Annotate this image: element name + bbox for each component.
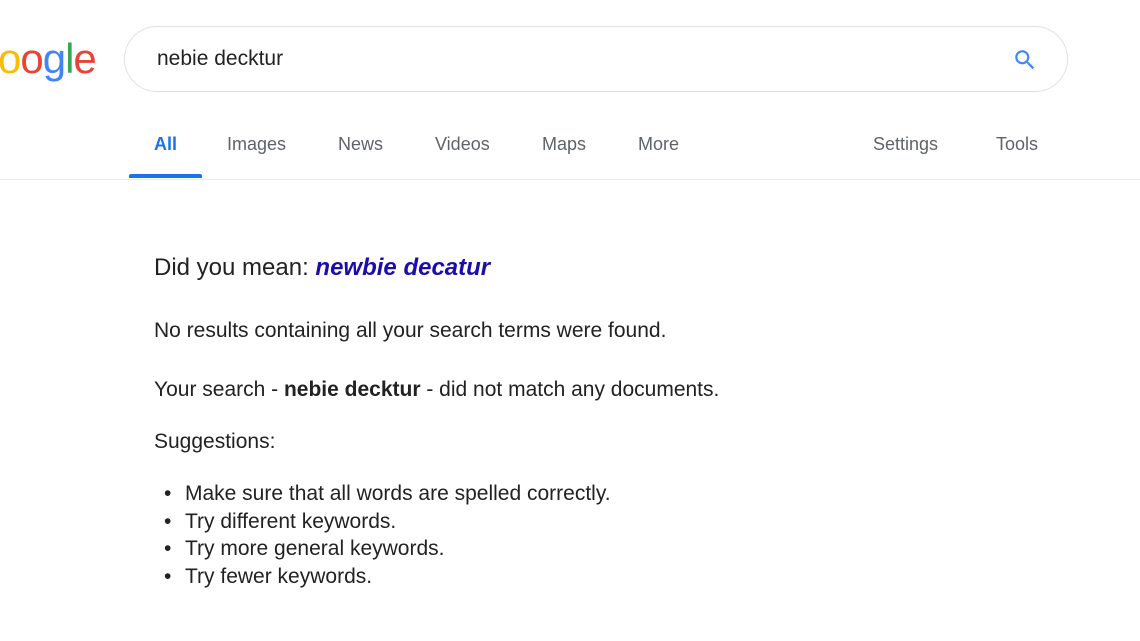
search-icon — [1015, 50, 1035, 70]
tab-all[interactable]: All — [154, 132, 177, 156]
logo-letter: o — [0, 35, 21, 82]
no-match-suffix: - did not match any documents. — [426, 378, 720, 401]
tab-images[interactable]: Images — [227, 132, 286, 156]
no-match-message: Your search - nebie decktur - did not ma… — [154, 377, 719, 403]
logo-letter: l — [65, 35, 74, 82]
suggestion-item: Try fewer keywords. — [154, 563, 611, 591]
tab-maps[interactable]: Maps — [542, 132, 586, 156]
suggestion-item: Make sure that all words are spelled cor… — [154, 480, 611, 508]
tab-settings[interactable]: Settings — [873, 132, 938, 156]
tab-tools[interactable]: Tools — [996, 132, 1038, 156]
did-you-mean: Did you mean: newbie decatur — [154, 253, 490, 283]
logo-letter: e — [73, 35, 96, 82]
search-bar[interactable] — [124, 26, 1068, 92]
no-match-prefix: Your search - — [154, 378, 279, 401]
search-input[interactable] — [157, 43, 977, 75]
suggestions-heading: Suggestions: — [154, 430, 276, 453]
tab-news[interactable]: News — [338, 132, 383, 156]
search-button[interactable] — [1009, 44, 1041, 76]
no-results-message: No results containing all your search te… — [154, 319, 667, 342]
suggestions-list: Make sure that all words are spelled cor… — [154, 480, 611, 590]
logo-letter: g — [42, 35, 66, 82]
search-results-page: oogle All Images News Videos Maps More S… — [0, 0, 1140, 641]
suggestion-item: Try more general keywords. — [154, 535, 611, 563]
no-match-query: nebie decktur — [283, 378, 421, 401]
spelling-suggestion-link[interactable]: newbie decatur — [315, 254, 490, 281]
logo-letter: o — [20, 35, 43, 82]
tab-videos[interactable]: Videos — [435, 132, 490, 156]
tab-more[interactable]: More — [638, 132, 679, 156]
suggestion-item: Try different keywords. — [154, 508, 611, 536]
search-tabs: All Images News Videos Maps More Setting… — [0, 118, 1140, 180]
did-you-mean-label: Did you mean: — [154, 254, 309, 281]
google-logo[interactable]: oogle — [0, 34, 97, 84]
active-tab-indicator — [129, 174, 202, 178]
